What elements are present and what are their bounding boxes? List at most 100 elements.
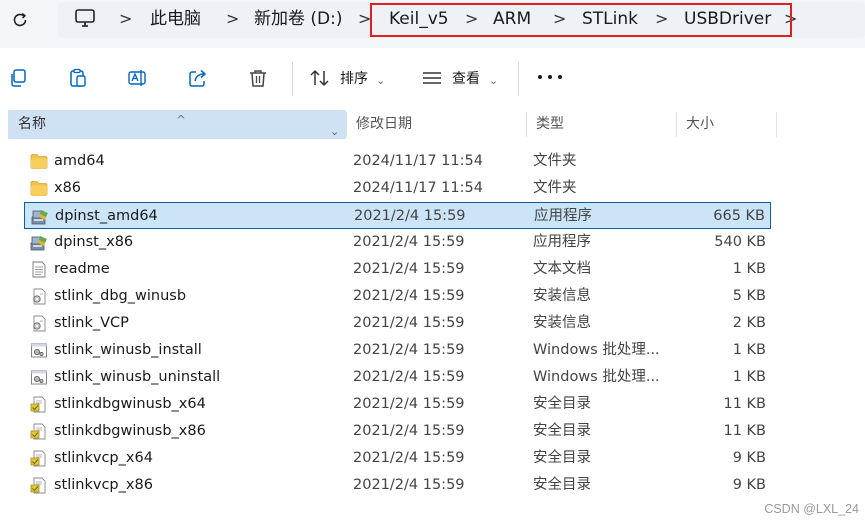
column-name-label: 名称	[18, 116, 46, 132]
file-date: 2021/2/4 15:59	[354, 208, 466, 224]
view-dropdown-chevron[interactable]: ⌄	[489, 72, 498, 90]
more-horizontal-icon[interactable]	[538, 75, 562, 81]
file-name: stlink_winusb_install	[54, 342, 202, 358]
file-date: 2021/2/4 15:59	[353, 288, 465, 304]
file-type: 文件夹	[533, 153, 577, 169]
file-type: 安全目录	[533, 423, 591, 439]
share-button[interactable]	[186, 66, 210, 90]
file-type: 应用程序	[534, 208, 592, 224]
installer-app-icon	[31, 208, 49, 225]
column-date-label: 修改日期	[356, 116, 412, 132]
file-type: 安装信息	[533, 288, 591, 304]
file-name: amd64	[54, 153, 105, 169]
setup-info-icon	[30, 288, 48, 305]
column-header-size[interactable]: 大小	[676, 110, 776, 139]
view-button[interactable]: 查看	[452, 70, 480, 88]
rename-button[interactable]	[126, 66, 150, 90]
file-row[interactable]: stlink_dbg_winusb 2021/2/4 15:59 安装信息 5 …	[24, 283, 771, 310]
file-name: stlink_dbg_winusb	[54, 288, 187, 304]
file-type: 安全目录	[533, 477, 591, 493]
file-date: 2021/2/4 15:59	[353, 315, 465, 331]
security-catalog-icon	[30, 450, 48, 467]
file-size: 1 KB	[732, 261, 766, 277]
sort-icon-wrap[interactable]	[308, 66, 332, 90]
sort-dropdown-chevron[interactable]: ⌄	[376, 72, 385, 90]
folder-icon	[30, 180, 48, 197]
view-icon-wrap[interactable]	[420, 66, 444, 90]
file-row[interactable]: stlinkdbgwinusb_x64 2021/2/4 15:59 安全目录 …	[24, 391, 771, 418]
file-row[interactable]: readme 2021/2/4 15:59 文本文档 1 KB	[24, 256, 771, 283]
share-icon	[189, 69, 206, 87]
file-date: 2024/11/17 11:54	[353, 180, 483, 196]
rename-icon	[128, 70, 146, 86]
address-bar: > 此电脑 > 新加卷 (D:) > Keil_v5 > ARM > STLin…	[0, 0, 865, 48]
file-type: 安全目录	[533, 450, 591, 466]
file-row[interactable]: stlink_VCP 2021/2/4 15:59 安装信息 2 KB	[24, 310, 771, 337]
file-size: 11 KB	[723, 423, 766, 439]
toolbar-divider	[292, 62, 293, 96]
file-date: 2021/2/4 15:59	[353, 342, 465, 358]
file-row[interactable]: stlink_winusb_install 2021/2/4 15:59 Win…	[24, 337, 771, 364]
breadcrumb-chevron[interactable]: >	[119, 9, 132, 29]
file-name: stlinkvcp_x86	[54, 477, 153, 493]
file-name: stlinkvcp_x64	[54, 450, 153, 466]
installer-app-icon	[30, 234, 48, 251]
security-catalog-icon	[30, 477, 48, 494]
column-header-date[interactable]: 修改日期	[346, 110, 526, 139]
file-name: stlink_winusb_uninstall	[54, 369, 221, 385]
text-file-icon	[30, 261, 48, 278]
file-date: 2021/2/4 15:59	[353, 477, 465, 493]
breadcrumb-chevron[interactable]: >	[226, 9, 239, 29]
column-divider[interactable]	[776, 112, 777, 137]
file-date: 2021/2/4 15:59	[353, 423, 465, 439]
file-size: 665 KB	[713, 208, 765, 224]
file-row-selected[interactable]: dpinst_amd64 2021/2/4 15:59 应用程序 665 KB	[24, 202, 771, 229]
breadcrumb-this-pc[interactable]: 此电脑	[150, 9, 201, 29]
file-row[interactable]: stlinkvcp_x86 2021/2/4 15:59 安全目录 9 KB	[24, 472, 771, 499]
file-type: 应用程序	[533, 234, 591, 250]
file-row[interactable]: dpinst_x86 2021/2/4 15:59 应用程序 540 KB	[24, 229, 771, 256]
batch-file-icon	[30, 342, 48, 359]
file-row[interactable]: stlink_winusb_uninstall 2021/2/4 15:59 W…	[24, 364, 771, 391]
file-row[interactable]: stlinkvcp_x64 2021/2/4 15:59 安全目录 9 KB	[24, 445, 771, 472]
refresh-icon	[13, 12, 27, 27]
sort-button[interactable]: 排序	[340, 70, 368, 88]
file-row[interactable]: x86 2024/11/17 11:54 文件夹	[24, 175, 771, 202]
column-filter-chevron[interactable]: ⌄	[330, 117, 339, 146]
view-list-icon	[423, 72, 441, 84]
file-size: 11 KB	[723, 396, 766, 412]
column-header-type[interactable]: 类型	[526, 110, 676, 139]
security-catalog-icon	[30, 396, 48, 413]
command-bar: 排序 ⌄ 查看 ⌄	[0, 48, 865, 110]
sort-ascending-icon: ^	[176, 113, 187, 127]
toolbar-divider	[518, 62, 519, 96]
file-size: 9 KB	[732, 450, 766, 466]
file-row[interactable]: stlinkdbgwinusb_x86 2021/2/4 15:59 安全目录 …	[24, 418, 771, 445]
watermark: CSDN @LXL_24	[764, 502, 859, 516]
column-header-name[interactable]: 名称 ^ ⌄	[8, 110, 346, 139]
computer-icon[interactable]	[74, 8, 96, 28]
file-type: 文件夹	[533, 180, 577, 196]
paste-button[interactable]	[66, 66, 90, 90]
file-type: 安全目录	[533, 396, 591, 412]
file-row[interactable]: amd64 2024/11/17 11:54 文件夹	[24, 148, 771, 175]
column-header-row: 名称 ^ ⌄ 修改日期 类型 大小	[8, 110, 865, 139]
file-name: stlinkdbgwinusb_x86	[54, 423, 206, 439]
copy-button[interactable]	[6, 66, 30, 90]
delete-button[interactable]	[246, 66, 270, 90]
file-size: 9 KB	[732, 477, 766, 493]
refresh-button[interactable]	[8, 8, 32, 32]
path-highlight-box	[370, 3, 792, 37]
breadcrumb-drive-d[interactable]: 新加卷 (D:)	[254, 9, 343, 29]
paste-icon	[70, 68, 86, 87]
file-type: 安装信息	[533, 315, 591, 331]
column-type-label: 类型	[536, 116, 564, 132]
setup-info-icon	[30, 315, 48, 332]
file-size: 540 KB	[714, 234, 766, 250]
batch-file-icon	[30, 369, 48, 386]
file-type: Windows 批处理...	[533, 369, 660, 385]
file-size: 5 KB	[732, 288, 766, 304]
folder-icon	[30, 153, 48, 170]
file-type: 文本文档	[533, 261, 591, 277]
file-name: stlink_VCP	[54, 315, 129, 331]
